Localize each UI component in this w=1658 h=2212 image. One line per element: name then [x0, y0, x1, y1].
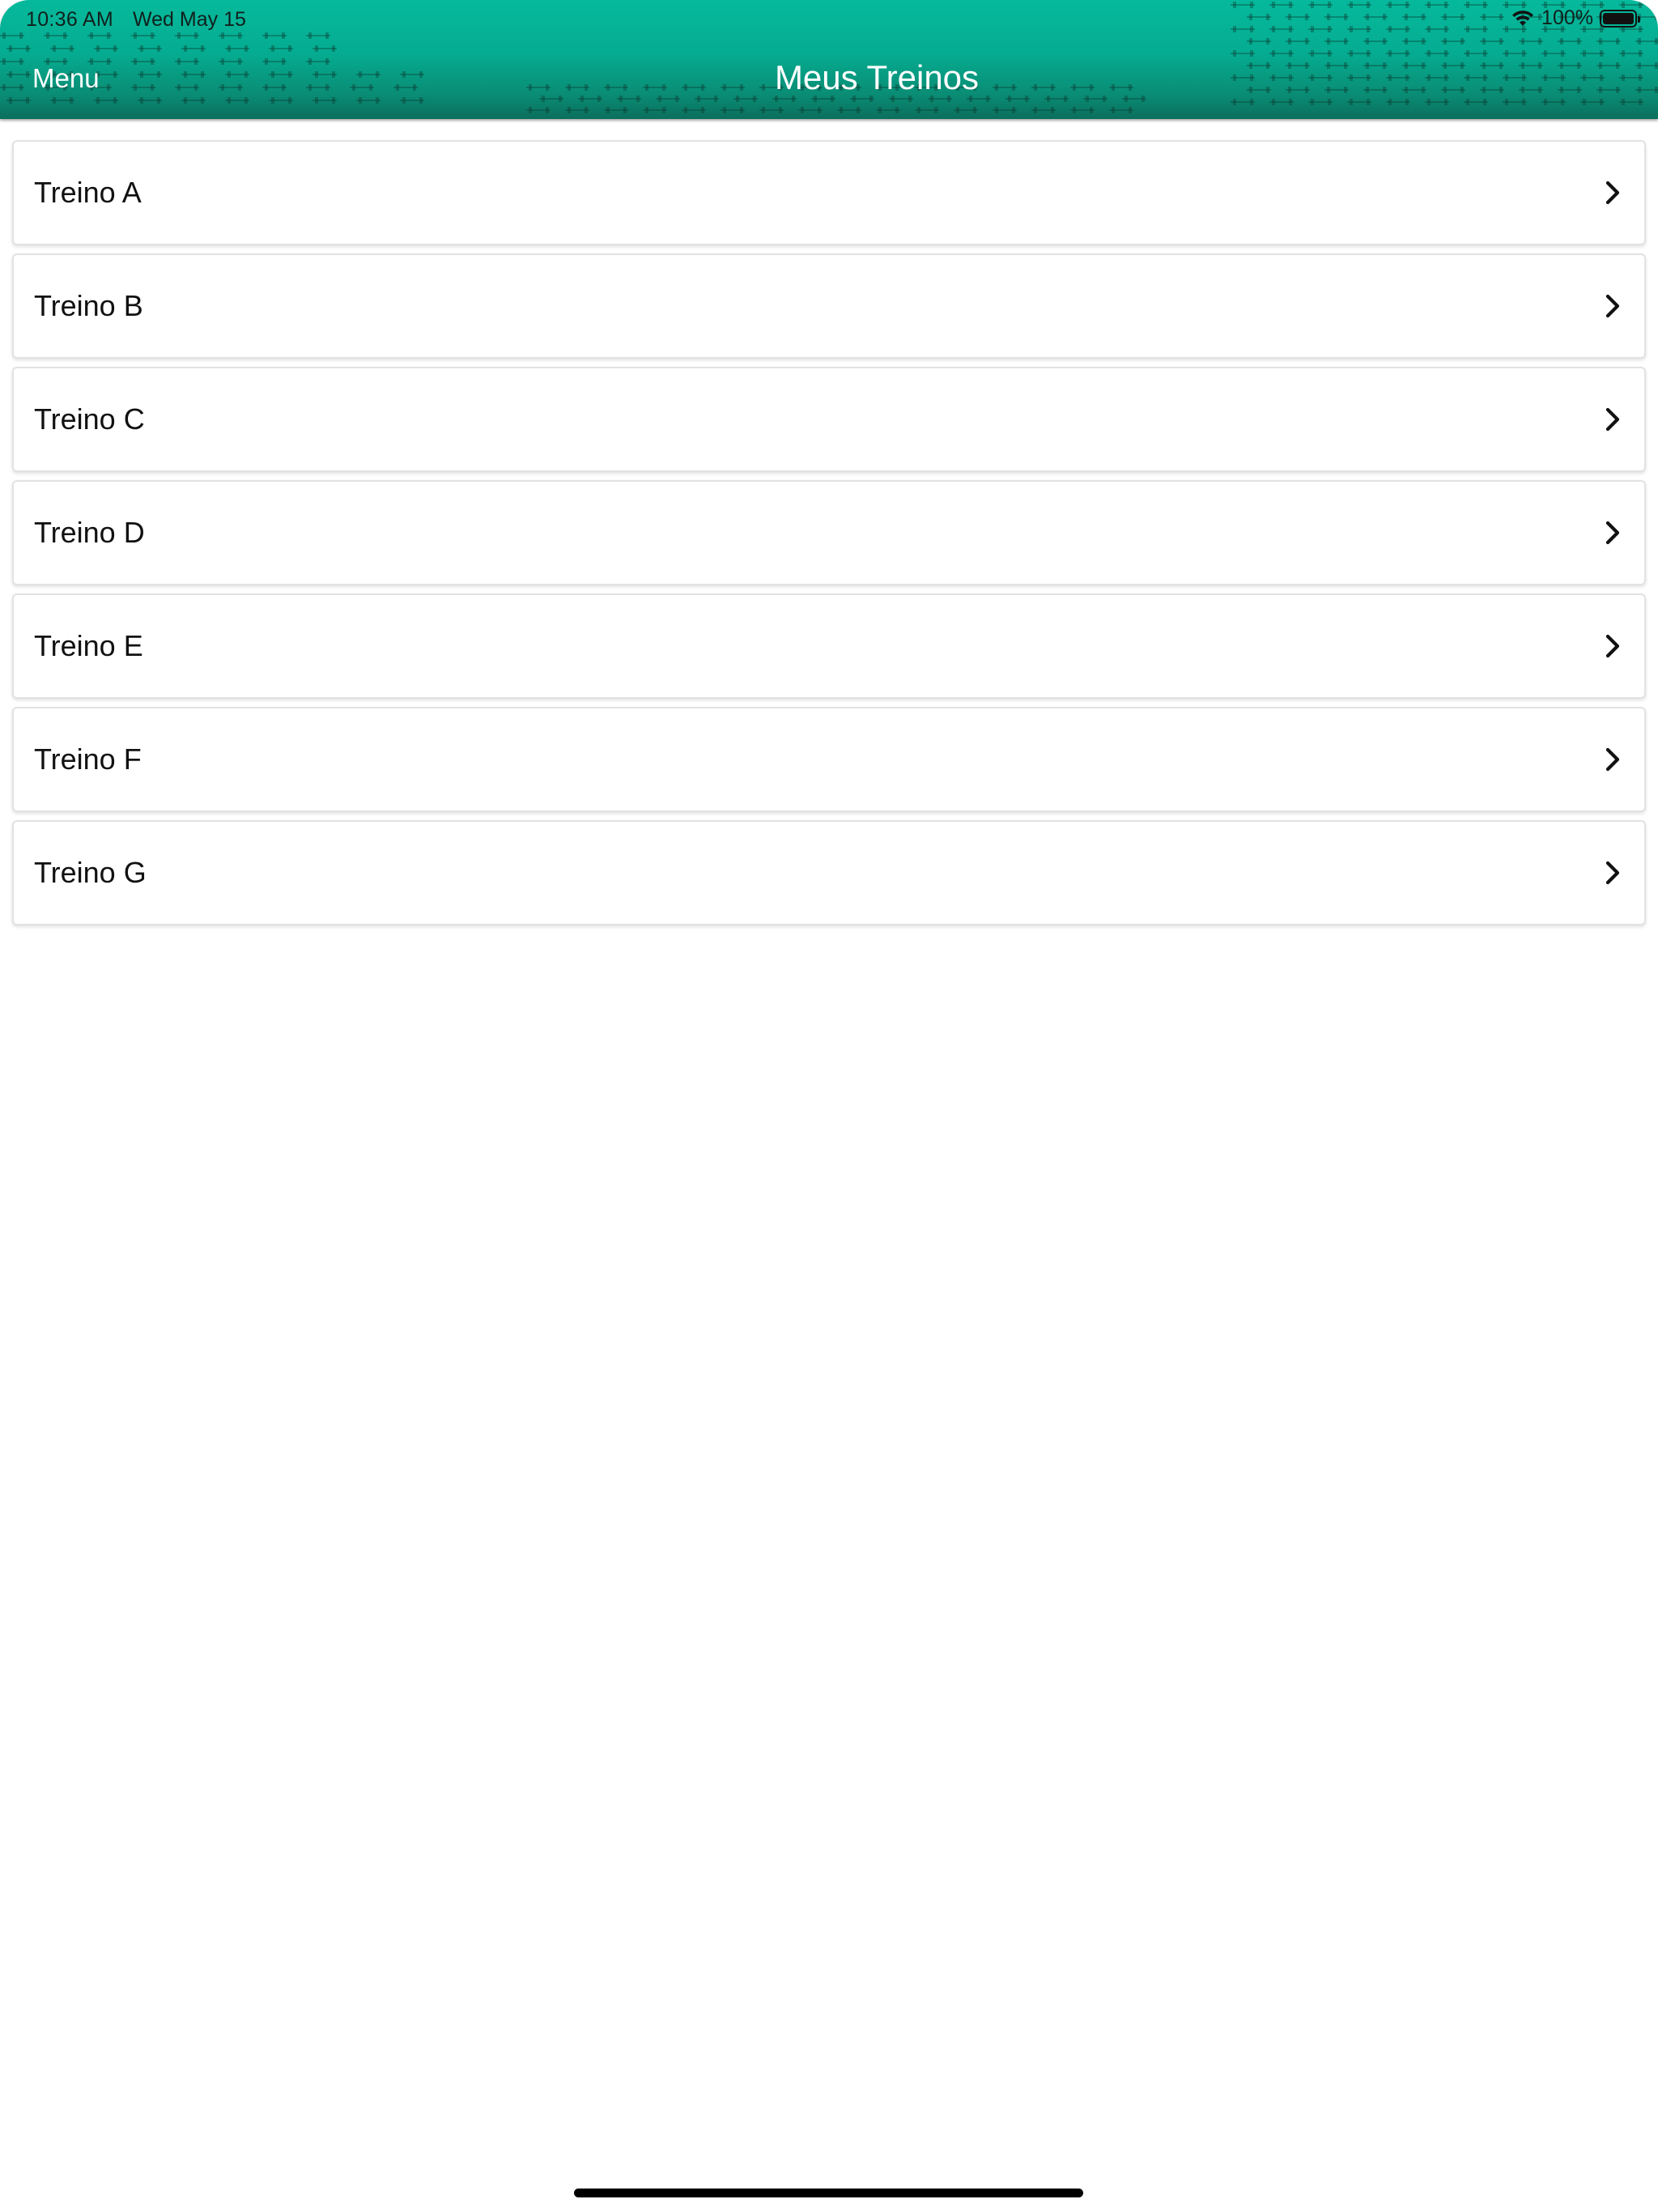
navigation-header: 10:36 AM Wed May 15 100% Menu Meus Trein…	[0, 0, 1658, 119]
workout-label: Treino G	[34, 856, 147, 889]
workout-label: Treino C	[34, 402, 145, 436]
workout-label: Treino E	[34, 629, 143, 662]
workout-row-g[interactable]: Treino G	[12, 820, 1646, 925]
workout-list: Treino A Treino B Treino C Treino D Trei…	[12, 140, 1646, 934]
chevron-right-icon	[1605, 634, 1620, 658]
chevron-right-icon	[1605, 521, 1620, 545]
chevron-right-icon	[1605, 747, 1620, 772]
chevron-right-icon	[1605, 407, 1620, 432]
app-screen: 10:36 AM Wed May 15 100% Menu Meus Trein…	[0, 0, 1658, 2212]
workout-label: Treino B	[34, 289, 143, 322]
workout-row-f[interactable]: Treino F	[12, 707, 1646, 812]
workout-row-e[interactable]: Treino E	[12, 593, 1646, 699]
workout-label: Treino D	[34, 516, 145, 549]
page-title: Meus Treinos	[774, 58, 980, 96]
workout-row-b[interactable]: Treino B	[12, 253, 1646, 359]
status-indicators: 100%	[1511, 6, 1640, 30]
chevron-right-icon	[1605, 294, 1620, 318]
status-date: Wed May 15	[133, 8, 246, 31]
workout-row-d[interactable]: Treino D	[12, 480, 1646, 585]
home-indicator	[574, 2189, 1083, 2197]
workout-row-c[interactable]: Treino C	[12, 367, 1646, 472]
workout-label: Treino A	[34, 176, 142, 209]
workout-label: Treino F	[34, 742, 142, 776]
chevron-right-icon	[1605, 181, 1620, 205]
status-time: 10:36 AM	[26, 8, 114, 31]
wifi-icon	[1512, 10, 1534, 26]
battery-icon	[1600, 9, 1640, 28]
battery-percent: 100%	[1541, 6, 1593, 29]
workout-row-a[interactable]: Treino A	[12, 140, 1646, 245]
chevron-right-icon	[1605, 861, 1620, 885]
